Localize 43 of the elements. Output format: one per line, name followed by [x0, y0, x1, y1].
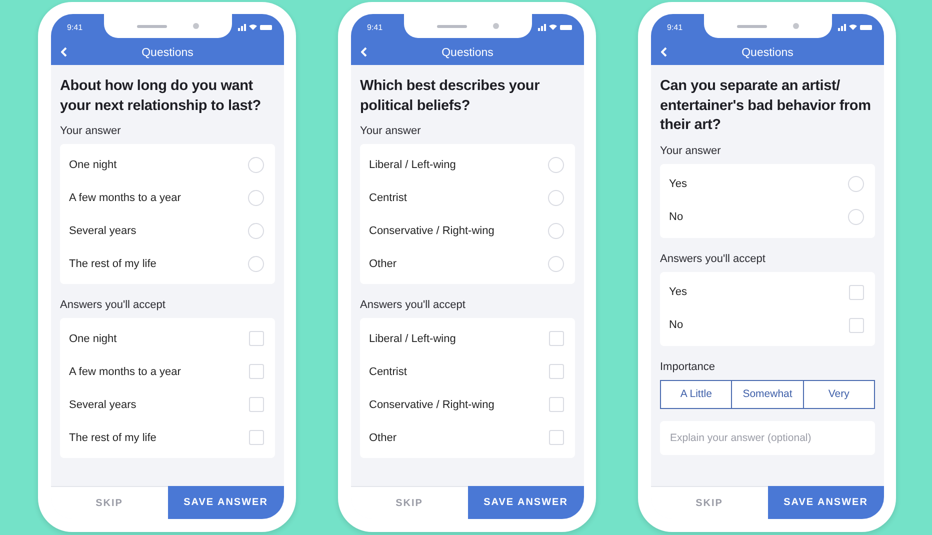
- answer-option[interactable]: No: [669, 211, 684, 223]
- status-time: 9:41: [667, 22, 683, 32]
- section-label: Importance: [660, 360, 716, 372]
- explain-field[interactable]: Explain your answer (optional): [660, 420, 875, 454]
- question-text: About how long do you want your next relationship to last?: [60, 77, 262, 116]
- section-label: Answers you'll accept: [60, 299, 166, 311]
- question-text: Can you separate an artist/ entertainer's bad behavior from their art?: [660, 77, 872, 135]
- accept-option[interactable]: Liberal / Left-wing: [369, 332, 456, 344]
- section-label: Answers you'll accept: [660, 252, 766, 264]
- accept-option[interactable]: Centrist: [369, 366, 407, 378]
- save-answer-button[interactable]: SAVE ANSWER: [768, 486, 884, 519]
- save-answer-button[interactable]: SAVE ANSWER: [468, 486, 584, 519]
- answer-option[interactable]: Liberal / Left-wing: [369, 158, 456, 170]
- importance-option[interactable]: Somewhat: [731, 380, 803, 408]
- answer-option[interactable]: Centrist: [369, 192, 407, 204]
- save-answer-button[interactable]: SAVE ANSWER: [168, 486, 284, 519]
- answer-option[interactable]: Conservative / Right-wing: [369, 224, 494, 236]
- accept-option[interactable]: No: [669, 319, 684, 331]
- answer-option[interactable]: Other: [369, 258, 397, 270]
- accept-option[interactable]: Yes: [669, 286, 687, 298]
- header-title: Questions: [142, 46, 194, 58]
- answer-option[interactable]: One night: [69, 158, 117, 170]
- accept-option[interactable]: The rest of my life: [69, 432, 156, 444]
- section-label: Answers you'll accept: [360, 299, 466, 311]
- section-label: Your answer: [660, 144, 722, 156]
- answer-option[interactable]: A few months to a year: [69, 192, 181, 204]
- importance-option[interactable]: Very: [802, 380, 874, 408]
- accept-option[interactable]: One night: [69, 332, 117, 344]
- answer-option[interactable]: Yes: [669, 178, 687, 190]
- accept-option[interactable]: A few months to a year: [69, 366, 181, 378]
- header-title: Questions: [442, 46, 494, 58]
- status-time: 9:41: [67, 22, 83, 32]
- accept-option[interactable]: Other: [369, 432, 397, 444]
- accept-option[interactable]: Conservative / Right-wing: [369, 398, 494, 410]
- accept-option[interactable]: Several years: [69, 398, 136, 410]
- question-text: Which best describes your political beliefs?: [360, 77, 541, 116]
- section-label: Your answer: [60, 125, 122, 137]
- answer-option[interactable]: Several years: [69, 224, 136, 236]
- importance-option[interactable]: A Little: [661, 380, 732, 408]
- status-time: 9:41: [367, 22, 383, 32]
- header-title: Questions: [742, 46, 794, 58]
- section-label: Your answer: [360, 125, 422, 137]
- answer-option[interactable]: The rest of my life: [69, 258, 156, 270]
